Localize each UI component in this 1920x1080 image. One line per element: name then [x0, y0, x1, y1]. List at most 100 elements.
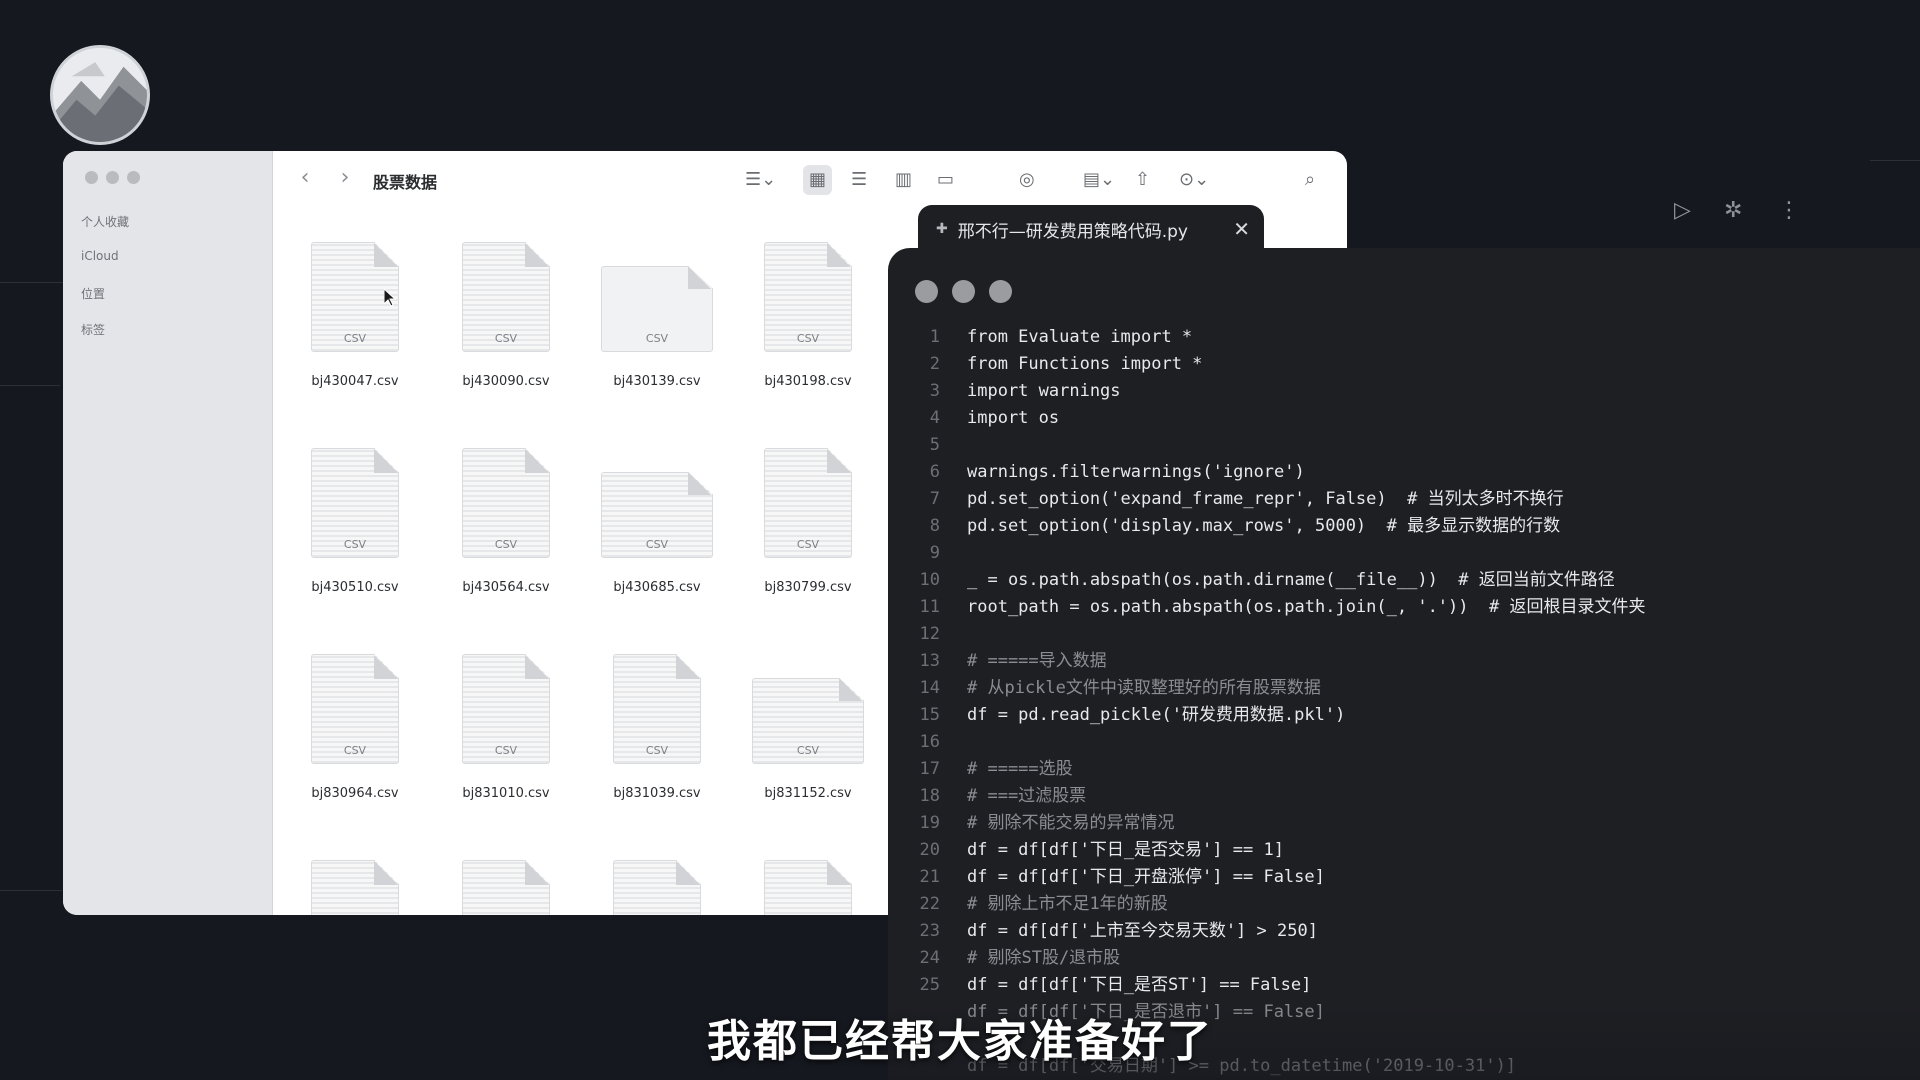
file-item[interactable]: CSV bj430198.csv	[743, 242, 873, 389]
grid-view-icon[interactable]: ▦	[803, 165, 833, 195]
sidebar-item-favorites[interactable]: 个人收藏	[81, 213, 129, 230]
line-source: df = df[df['下日_开盘涨停'] == False]	[967, 867, 1325, 887]
file-name: bj830799.csv	[764, 580, 852, 595]
file-name: bj430510.csv	[311, 580, 399, 595]
file-item[interactable]	[592, 860, 722, 915]
line-source: import os	[967, 408, 1060, 428]
line-number: 2	[929, 354, 940, 374]
avatar-logo-icon	[53, 48, 147, 142]
csv-file-icon: CSV	[462, 242, 550, 352]
csv-file-icon: CSV	[764, 448, 852, 558]
file-item[interactable]: CSV bj430510.csv	[290, 448, 420, 595]
line-number: 5	[929, 435, 940, 455]
line-number: 1	[929, 327, 940, 347]
file-item[interactable]: CSV bj430090.csv	[441, 242, 571, 389]
more-icon[interactable]: ⊙⌄	[1179, 169, 1209, 190]
file-item[interactable]: CSV bj830964.csv	[290, 654, 420, 801]
line-number: 6	[929, 462, 940, 482]
csv-file-icon	[764, 860, 852, 915]
minimize-dot[interactable]	[952, 280, 975, 303]
bg-line	[0, 385, 60, 386]
line-number: 24	[919, 948, 940, 968]
editor-tab-title: 邢不行—研发费用策略代码.py	[957, 221, 1188, 242]
list-view-icon[interactable]: ☰	[851, 169, 867, 190]
file-name: bj430198.csv	[764, 374, 852, 389]
csv-file-icon: CSV	[601, 266, 713, 352]
line-number: 13	[919, 651, 940, 671]
close-dot[interactable]	[85, 171, 98, 184]
file-item[interactable]: CSV bj430047.csv	[290, 242, 420, 389]
debug-icon[interactable]: ✲	[1724, 198, 1742, 223]
finder-toolbar: ‹ › 股票数据 ☰⌄ ▦ ☰ ▥ ▭ ◎ ▤⌄ ⇧ ⊙⌄ ⌕	[273, 151, 1347, 209]
file-item[interactable]: CSV bj430685.csv	[592, 448, 722, 595]
line-number: 11	[919, 597, 940, 617]
csv-file-icon: CSV	[311, 654, 399, 764]
file-item[interactable]	[743, 860, 873, 915]
video-subtitle: 我都已经帮大家准备好了	[707, 1016, 1213, 1067]
file-item[interactable]	[441, 860, 571, 915]
line-source: # 剔除不能交易的异常情况	[967, 813, 1175, 833]
file-item[interactable]	[290, 860, 420, 915]
line-number: 20	[919, 840, 940, 860]
editor-window-controls	[915, 280, 1012, 303]
file-item[interactable]: CSV bj831010.csv	[441, 654, 571, 801]
close-dot[interactable]	[915, 280, 938, 303]
gallery-view-icon[interactable]: ▭	[937, 169, 954, 190]
file-item[interactable]: CSV bj430139.csv	[592, 242, 722, 389]
line-number: 7	[929, 489, 940, 509]
line-source: # ===过滤股票	[967, 786, 1087, 806]
zoom-dot[interactable]	[989, 280, 1012, 303]
python-file-icon: ✚	[936, 221, 948, 237]
line-number: 21	[919, 867, 940, 887]
line-number: 8	[929, 516, 940, 536]
tab-close-icon[interactable]: ✕	[1233, 217, 1250, 241]
file-name: bj430139.csv	[613, 374, 701, 389]
column-view-icon[interactable]: ▥	[895, 169, 912, 190]
line-number: 17	[919, 759, 940, 779]
csv-file-icon: CSV	[764, 242, 852, 352]
share-icon[interactable]: ⇧	[1135, 169, 1150, 190]
csv-file-icon	[462, 860, 550, 915]
line-source: pd.set_option('display.max_rows', 5000) …	[967, 516, 1561, 536]
airdrop-icon[interactable]: ◎	[1019, 169, 1035, 190]
avatar	[50, 45, 150, 145]
line-source: df = df[df['下日_是否交易'] == 1]	[967, 840, 1284, 860]
forward-button[interactable]: ›	[333, 165, 357, 190]
group-icon[interactable]: ▤⌄	[1083, 169, 1115, 190]
line-source: # 剔除上市不足1年的新股	[967, 894, 1168, 914]
csv-file-icon: CSV	[462, 654, 550, 764]
line-number: 19	[919, 813, 940, 833]
zoom-dot[interactable]	[127, 171, 140, 184]
file-item[interactable]: CSV bj831039.csv	[592, 654, 722, 801]
file-item[interactable]: CSV bj831152.csv	[743, 654, 873, 801]
sidebar-item-locations[interactable]: 位置	[81, 285, 105, 302]
csv-file-icon: CSV	[601, 472, 713, 558]
file-item[interactable]: CSV bj430564.csv	[441, 448, 571, 595]
file-name: bj831010.csv	[462, 786, 550, 801]
editor-tab[interactable]: ✚ 邢不行—研发费用策略代码.py ✕	[918, 205, 1264, 253]
list-sort-icon[interactable]: ☰⌄	[745, 169, 776, 190]
file-item[interactable]: CSV bj830799.csv	[743, 448, 873, 595]
line-source: root_path = os.path.abspath(os.path.join…	[967, 597, 1646, 617]
run-icon[interactable]: ▷	[1674, 198, 1691, 223]
line-source: # 剔除ST股/退市股	[967, 948, 1121, 968]
folder-title: 股票数据	[373, 173, 438, 192]
csv-file-icon	[311, 860, 399, 915]
line-source: df = pd.read_pickle('研发费用数据.pkl')	[967, 705, 1346, 725]
search-icon[interactable]: ⌕	[1305, 169, 1315, 190]
sidebar-item-tags[interactable]: 标签	[81, 321, 105, 338]
line-number: 15	[919, 705, 940, 725]
csv-file-icon	[613, 860, 701, 915]
minimize-dot[interactable]	[106, 171, 119, 184]
line-number: 14	[919, 678, 940, 698]
line-number: 16	[919, 732, 940, 752]
bg-line	[1870, 160, 1920, 161]
sidebar-item-icloud[interactable]: iCloud	[81, 249, 119, 263]
file-name: bj831152.csv	[764, 786, 852, 801]
line-number: 12	[919, 624, 940, 644]
csv-file-icon: CSV	[311, 448, 399, 558]
more-vertical-icon[interactable]: ⋮	[1778, 198, 1800, 223]
back-button[interactable]: ‹	[293, 165, 317, 190]
line-source: df = df[df['上市至今交易天数'] > 250]	[967, 921, 1318, 941]
file-name: bj430685.csv	[613, 580, 701, 595]
